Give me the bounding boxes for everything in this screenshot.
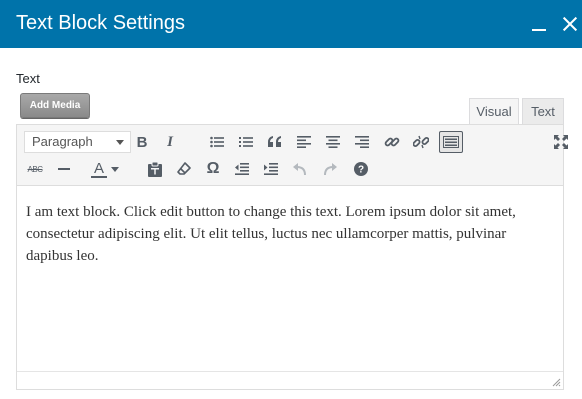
fullscreen-icon (554, 135, 568, 149)
numbered-list-button[interactable] (235, 131, 257, 153)
undo-button[interactable] (289, 158, 311, 180)
undo-icon (293, 163, 306, 176)
chevron-down-icon (116, 140, 124, 145)
horizontal-line-button[interactable] (53, 158, 75, 180)
text-color-button[interactable]: A (88, 158, 122, 180)
italic-button[interactable]: I (159, 131, 181, 153)
align-right-button[interactable] (351, 131, 373, 153)
paste-as-text-icon (148, 161, 162, 177)
editor-toolbar: Paragraph B I ABC A Ω ? (17, 125, 568, 186)
toolbar-toggle-button[interactable] (439, 131, 463, 153)
editor-statusbar (17, 371, 563, 389)
align-left-button[interactable] (293, 131, 315, 153)
add-media-button[interactable]: Add Media (20, 93, 90, 118)
align-center-icon (326, 136, 340, 148)
svg-text:?: ? (358, 165, 364, 176)
chevron-down-icon (111, 166, 119, 172)
help-icon: ? (354, 162, 368, 176)
minimize-button[interactable] (528, 12, 550, 36)
close-button[interactable] (558, 12, 580, 36)
insert-link-button[interactable] (381, 131, 403, 153)
special-character-icon: Ω (206, 160, 220, 177)
insert-link-icon (384, 137, 400, 147)
redo-icon (324, 163, 337, 176)
strikethrough-button[interactable]: ABC (24, 158, 46, 180)
text-color-swatch (91, 176, 107, 178)
fullscreen-button[interactable] (550, 131, 572, 153)
editor-content[interactable]: I am text block. Click edit button to ch… (26, 201, 556, 267)
bold-icon: B (136, 133, 148, 151)
dialog-title: Text Block Settings (16, 12, 185, 34)
text-color-glyph: A (93, 160, 104, 177)
rich-text-editor: Paragraph B I ABC A Ω ? I am text block.… (16, 124, 568, 390)
decrease-indent-icon (235, 163, 249, 175)
text-color-icon: A (91, 160, 107, 178)
format-select[interactable]: Paragraph (24, 131, 131, 153)
align-right-icon (355, 136, 369, 148)
clear-formatting-button[interactable] (173, 158, 195, 180)
blockquote-button[interactable] (264, 131, 286, 153)
clear-formatting-icon (177, 162, 191, 175)
increase-indent-icon (264, 163, 278, 175)
paste-as-text-button[interactable] (144, 158, 166, 180)
numbered-list-icon (239, 137, 253, 147)
blockquote-icon (268, 136, 281, 147)
bullet-list-icon (210, 136, 224, 148)
horizontal-line-icon (58, 168, 70, 170)
increase-indent-button[interactable] (260, 158, 282, 180)
tab-text[interactable]: Text (522, 98, 564, 125)
redo-button[interactable] (319, 158, 341, 180)
remove-link-button[interactable] (410, 131, 432, 153)
bullet-list-button[interactable] (206, 131, 228, 153)
tab-visual[interactable]: Visual (469, 98, 519, 125)
strikethrough-icon: ABC (27, 164, 43, 174)
bold-button[interactable]: B (131, 131, 153, 153)
decrease-indent-button[interactable] (231, 158, 253, 180)
align-center-button[interactable] (322, 131, 344, 153)
help-button[interactable]: ? (350, 158, 372, 180)
format-select-value: Paragraph (32, 134, 93, 149)
remove-link-icon (413, 135, 429, 149)
resize-handle-icon[interactable] (551, 377, 561, 387)
special-character-button[interactable]: Ω (202, 158, 224, 180)
align-left-icon (297, 136, 311, 148)
toolbar-toggle-icon (443, 136, 459, 148)
field-label: Text (16, 71, 40, 86)
italic-icon: I (167, 133, 173, 150)
dialog-header: Text Block Settings (0, 0, 582, 48)
